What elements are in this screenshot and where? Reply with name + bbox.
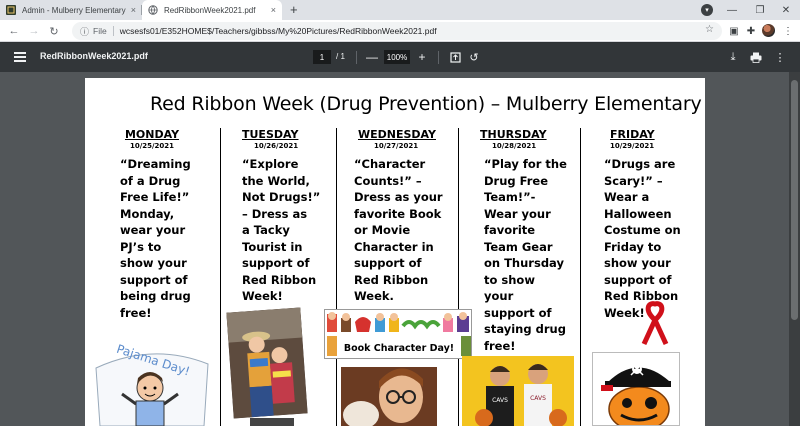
column-divider <box>220 128 221 426</box>
svg-text:CAVS: CAVS <box>492 397 508 404</box>
info-icon[interactable]: ⓘ <box>80 25 89 38</box>
day-date: 10/27/2021 <box>374 142 419 150</box>
download-icon[interactable]: ⤓ <box>725 49 741 65</box>
day-column-tuesday: TUESDAY 10/26/2021 “Explore the World, Not… <box>232 128 332 305</box>
minimize-icon[interactable]: — <box>718 0 746 20</box>
site-favicon-icon <box>6 5 16 15</box>
day-description: “Character Counts!” – Dress as your favorit… <box>354 157 443 303</box>
day-description: “Explore the World, Not Drugs!” – Dress as a… <box>242 157 321 303</box>
photo-frame-edge <box>250 418 294 426</box>
zoom-out-button[interactable]: — <box>364 48 380 66</box>
page-number-input[interactable]: 1 <box>313 50 331 64</box>
zoom-in-button[interactable]: + <box>414 48 430 66</box>
tab-title: Admin - Mulberry Elementary Sc <box>22 5 127 15</box>
team-gear-photo: CAVS CAVS <box>462 356 574 426</box>
address-bar[interactable]: ⓘ File wcsesfs01/E352HOME$/Teachers/gibb… <box>72 22 722 40</box>
close-tab-icon[interactable]: × <box>271 5 276 15</box>
day-description: “Dreaming of a Drug Free Life!” Monday, wear… <box>120 157 191 320</box>
close-tab-icon[interactable]: × <box>131 5 136 15</box>
pajama-day-image: Pajama Day! <box>92 338 212 426</box>
day-heading: MONDAY <box>124 128 180 141</box>
day-date: 10/26/2021 <box>254 142 299 150</box>
fit-page-icon[interactable] <box>447 49 463 65</box>
zoom-level-input[interactable]: 100% <box>384 50 410 64</box>
day-column-wednesday: WEDNESDAY 10/27/2021 “Character Counts!” … <box>350 128 455 305</box>
address-divider <box>112 26 114 36</box>
book-character-photo <box>341 367 437 426</box>
pdf-title: RedRibbonWeek2021.pdf <box>40 51 148 61</box>
day-column-monday: MONDAY 10/25/2021 “Dreaming of a Drug Free… <box>112 128 192 321</box>
address-scheme: File <box>93 26 107 36</box>
extensions-puzzle-icon[interactable]: ✚ <box>743 23 759 39</box>
day-heading: FRIDAY <box>610 128 655 141</box>
tab-title: RedRibbonWeek2021.pdf <box>164 5 256 15</box>
bookmark-star-icon[interactable]: ☆ <box>705 24 714 35</box>
book-character-day-banner: Book Character Day! <box>344 343 454 354</box>
kebab-menu-icon[interactable]: ⋮ <box>780 23 796 39</box>
tacky-tourist-photo <box>226 307 308 419</box>
hamburger-menu-icon[interactable] <box>14 52 26 62</box>
day-description: “Drugs are Scary!” – Wear a Halloween Costum… <box>604 157 681 320</box>
extension-qr-icon[interactable]: ▣ <box>726 23 742 39</box>
red-ribbon-icon <box>640 300 670 346</box>
column-divider <box>336 128 337 426</box>
browser-toolbar: ← → ↻ ⓘ File wcsesfs01/E352HOME$/Teacher… <box>0 20 800 42</box>
toolbar-divider <box>438 51 439 64</box>
restore-icon[interactable]: ❐ <box>746 0 774 20</box>
profile-avatar[interactable] <box>762 24 775 37</box>
rotate-icon[interactable]: ↺ <box>466 49 482 65</box>
close-window-icon[interactable]: ✕ <box>772 0 800 20</box>
day-column-friday: FRIDAY 10/29/2021 “Drugs are Scary!” – Wea… <box>596 128 702 321</box>
tab-pdf[interactable]: RedRibbonWeek2021.pdf × <box>142 0 282 20</box>
day-date: 10/25/2021 <box>129 142 175 150</box>
day-heading: WEDNESDAY <box>358 128 436 141</box>
new-tab-button[interactable]: + <box>290 2 298 18</box>
address-url: wcsesfs01/E352HOME$/Teachers/gibbss/My%2… <box>119 26 437 36</box>
tab-strip: Admin - Mulberry Elementary Sc × RedRibb… <box>0 0 800 20</box>
column-divider <box>580 128 581 426</box>
page-total: / 1 <box>336 52 345 61</box>
column-divider <box>458 128 459 426</box>
day-column-thursday: THURSDAY 10/28/2021 “Play for the Drug Fr… <box>474 128 578 354</box>
book-character-day-image: Book Character Day! <box>324 309 472 359</box>
day-date: 10/28/2021 <box>492 142 537 150</box>
toolbar-divider <box>356 51 357 64</box>
pdf-toolbar: RedRibbonWeek2021.pdf 1 / 1 — 100% + ↺ ⤓… <box>0 43 800 72</box>
tab-search-icon[interactable]: ▾ <box>701 4 713 16</box>
forward-icon[interactable]: → <box>26 23 42 39</box>
svg-text:CAVS: CAVS <box>530 395 546 402</box>
scrollbar-thumb[interactable] <box>791 80 798 320</box>
tab-admin[interactable]: Admin - Mulberry Elementary Sc × <box>0 0 142 20</box>
globe-icon <box>148 5 158 15</box>
day-description: “Play for the Drug Free Team!”- Wear your fa… <box>484 157 567 353</box>
back-icon[interactable]: ← <box>6 23 22 39</box>
day-heading: TUESDAY <box>242 128 299 141</box>
day-date: 10/29/2021 <box>610 142 655 150</box>
day-heading: THURSDAY <box>480 128 547 141</box>
pirate-pumpkin-image <box>592 352 680 426</box>
reload-icon[interactable]: ↻ <box>46 23 62 39</box>
print-icon[interactable] <box>748 49 764 65</box>
document-title: Red Ribbon Week (Drug Prevention) – Mulb… <box>150 93 702 115</box>
pdf-more-icon[interactable]: ⋮ <box>772 49 788 65</box>
